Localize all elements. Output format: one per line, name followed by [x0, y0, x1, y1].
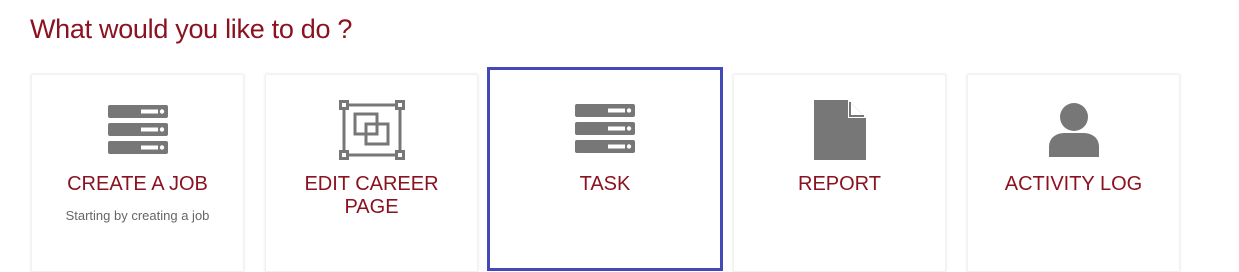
server-stack-icon	[490, 98, 720, 160]
report-card[interactable]: REPORT	[733, 74, 946, 272]
card-title: EDIT CAREER PAGE	[304, 173, 439, 218]
user-icon	[968, 99, 1179, 161]
card-title: REPORT	[798, 173, 881, 195]
card-title: CREATE A JOB	[67, 173, 208, 195]
layers-select-icon	[266, 99, 477, 161]
task-card[interactable]: TASK	[487, 67, 723, 271]
server-stack-icon	[32, 99, 243, 161]
card-subtitle: Starting by creating a job	[65, 208, 210, 223]
edit-career-page-card[interactable]: EDIT CAREER PAGE	[265, 74, 478, 272]
card-title: TASK	[579, 173, 631, 195]
action-cards: CREATE A JOB Starting by creating a job	[0, 0, 1239, 272]
card-title: ACTIVITY LOG	[1004, 173, 1143, 195]
create-job-card[interactable]: CREATE A JOB Starting by creating a job	[31, 74, 244, 272]
document-icon	[734, 99, 945, 161]
activity-log-card[interactable]: ACTIVITY LOG	[967, 74, 1180, 272]
